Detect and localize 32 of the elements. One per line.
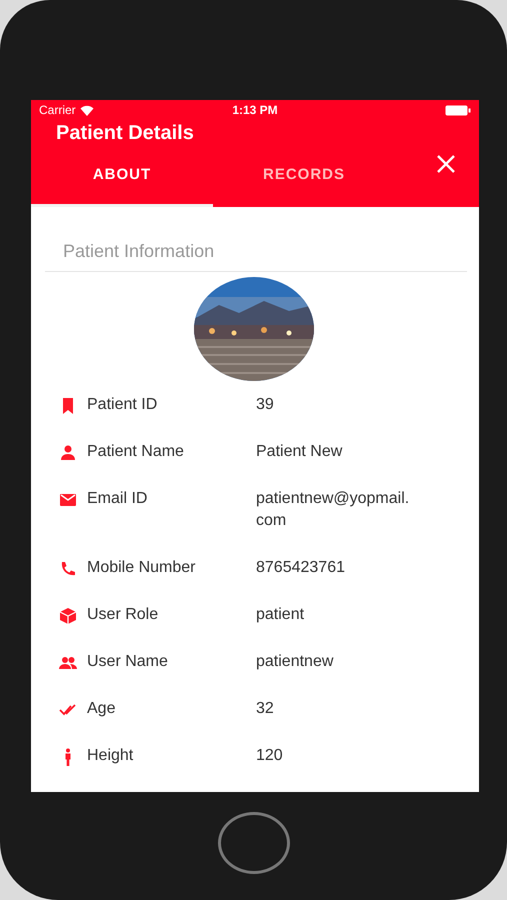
field-value: 39 <box>256 395 274 415</box>
person-icon <box>59 444 77 462</box>
field-value: 120 <box>256 746 283 766</box>
field-value: patientnew <box>256 652 334 672</box>
field-value: 8765423761 <box>256 558 345 578</box>
field-label: Email ID <box>87 490 148 508</box>
screen-title: Patient Details <box>55 121 195 146</box>
battery-icon <box>445 104 471 116</box>
section-heading: Patient Information <box>45 207 467 272</box>
home-button[interactable] <box>218 812 290 874</box>
people-icon <box>59 654 77 672</box>
field-label: Patient ID <box>87 396 158 414</box>
cube-icon <box>59 607 77 625</box>
field-label: User Name <box>87 653 169 671</box>
tab[interactable]: ABOUT <box>31 148 213 207</box>
close-icon <box>436 154 456 174</box>
mail-icon <box>59 491 77 509</box>
field-value: patient <box>256 605 304 625</box>
field-value: 32 <box>256 699 274 719</box>
field-label: User Role <box>87 606 160 624</box>
wifi-icon <box>80 104 94 116</box>
field-label: Patient Name <box>87 443 185 461</box>
phone-icon <box>59 560 77 578</box>
field-value: patientnew@yopmail. com <box>256 489 410 531</box>
field-label: Height <box>87 747 134 765</box>
field-label: Mobile Number <box>87 559 196 577</box>
status-time: 1:13 PM <box>232 103 278 117</box>
field-label: Age <box>87 700 116 718</box>
field-value: Patient New <box>256 442 342 462</box>
carrier-name: Carrier <box>39 103 76 117</box>
tab[interactable]: RECORDS <box>213 148 395 207</box>
standing-figure-icon <box>64 748 72 766</box>
